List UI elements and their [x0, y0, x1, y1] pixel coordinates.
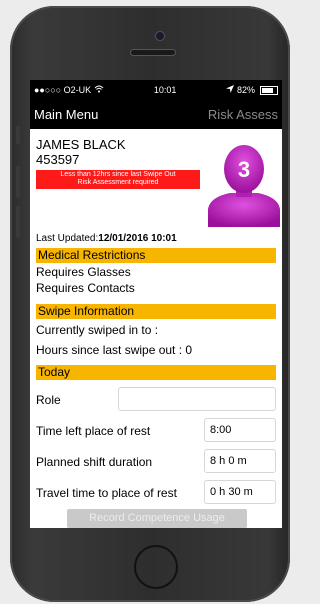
earpiece-speaker	[131, 50, 175, 55]
main-menu-button[interactable]: Main Menu	[34, 107, 98, 122]
clock: 10:01	[153, 85, 177, 95]
risk-alert-banner: Less than 12hrs since last Swipe Out Ris…	[36, 170, 200, 189]
detail-content: JAMES BLACK 453597 Less than 12hrs since…	[30, 129, 282, 528]
alert-line-1: Less than 12hrs since last Swipe Out	[60, 171, 176, 178]
time-left-label: Time left place of rest	[36, 424, 151, 438]
volume-down-button	[16, 206, 20, 238]
person-id: 453597	[36, 152, 80, 167]
carrier-label: ●●○○○ O2-UK	[34, 85, 92, 95]
battery-icon	[259, 85, 278, 95]
medical-item: Requires Contacts	[36, 281, 135, 295]
wifi-icon	[94, 85, 104, 95]
planned-shift-label: Planned shift duration	[36, 455, 153, 469]
role-field[interactable]	[118, 387, 276, 411]
location-arrow-icon	[225, 85, 234, 95]
risk-assess-button[interactable]: Risk Assess	[208, 107, 278, 122]
navigation-bar: Main Menu Risk Assess	[30, 100, 282, 129]
last-updated-label: Last Updated:	[36, 233, 99, 244]
avatar-badge-number: 3	[238, 157, 250, 182]
volume-up-button	[16, 166, 20, 198]
planned-shift-field[interactable]: 8 h 0 m	[204, 449, 276, 473]
last-updated: Last Updated:12/01/2016 10:01	[36, 233, 177, 244]
hours-since-swipe-out: Hours since last swipe out : 0	[36, 343, 193, 357]
alert-line-2: Risk Assessment required	[77, 179, 159, 186]
time-left-field[interactable]: 8:00	[204, 418, 276, 442]
travel-time-label: Travel time to place of rest	[36, 486, 177, 500]
today-header: Today	[36, 365, 276, 380]
record-competence-button[interactable]: Record Competence Usage	[67, 509, 247, 528]
currently-swiped-in: Currently swiped in to :	[36, 323, 159, 337]
mute-switch	[16, 126, 20, 144]
medical-restrictions-header: Medical Restrictions	[36, 248, 276, 263]
front-camera	[156, 32, 164, 40]
swipe-information-header: Swipe Information	[36, 304, 276, 319]
medical-item: Requires Glasses	[36, 265, 131, 279]
travel-time-field[interactable]: 0 h 30 m	[204, 480, 276, 504]
home-button[interactable]	[134, 545, 178, 589]
phone-screen: ●●○○○ O2-UK 10:01 82% Main Menu Risk Ass…	[30, 80, 282, 528]
person-name: JAMES BLACK	[36, 137, 126, 152]
last-updated-value: 12/01/2016 10:01	[98, 233, 177, 244]
battery-percent: 82%	[236, 85, 255, 95]
avatar-icon: 3	[208, 145, 280, 227]
status-bar: ●●○○○ O2-UK 10:01 82%	[30, 80, 282, 100]
role-label: Role	[36, 393, 61, 407]
